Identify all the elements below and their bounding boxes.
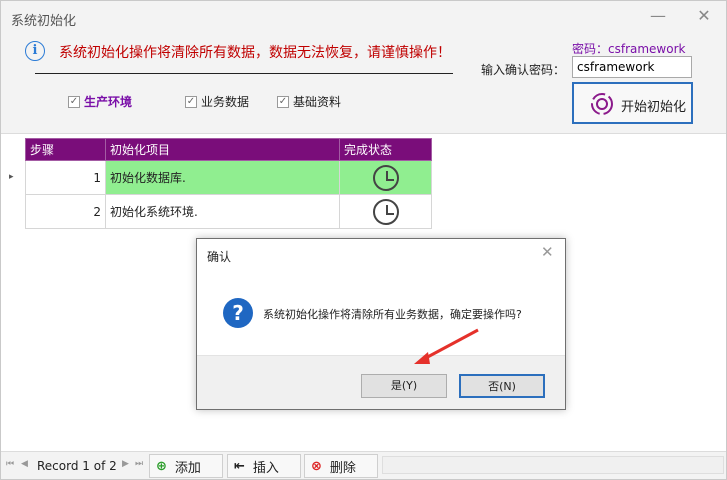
modal-overlay: 确认 ✕ ? 系统初始化操作将清除所有业务数据，确定要操作吗? 是(Y) 否(N… [0, 0, 727, 480]
red-arrow-annotation [414, 328, 479, 364]
